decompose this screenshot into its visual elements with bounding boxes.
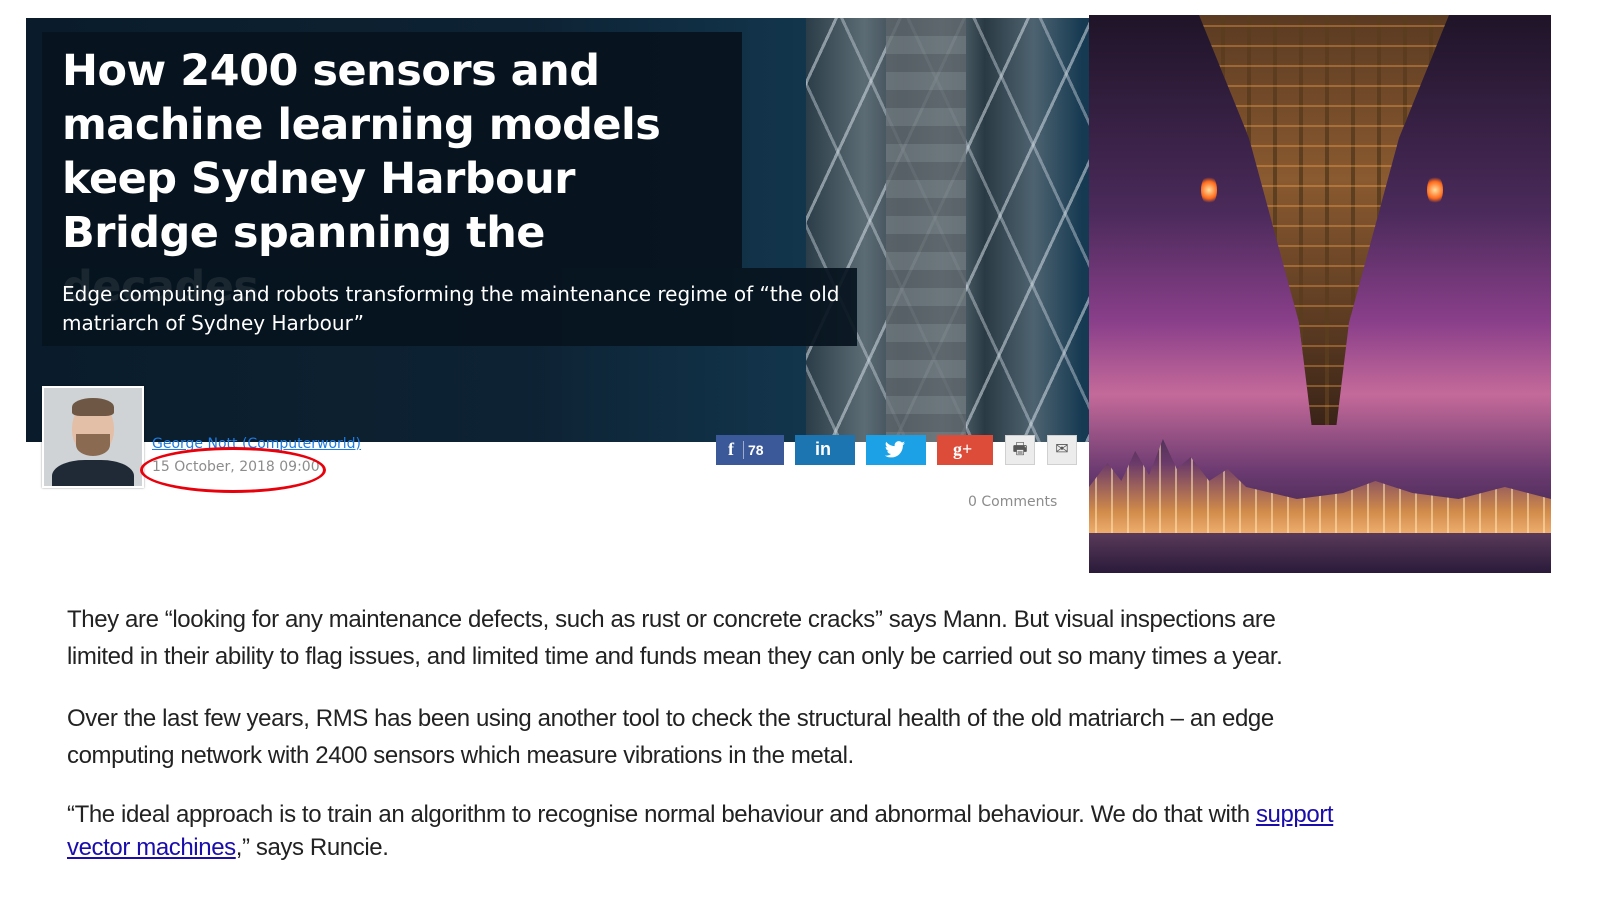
body-paragraph-1: They are “looking for any maintenance de…	[67, 606, 1283, 670]
harbour-water	[1089, 533, 1551, 573]
facebook-divider	[743, 441, 744, 459]
email-button[interactable]: ✉	[1047, 435, 1077, 465]
print-icon: 🖶	[1012, 441, 1028, 458]
comments-link[interactable]: 0 Comments	[968, 494, 1057, 510]
bridge-road-image	[886, 18, 966, 442]
linkedin-icon: in	[815, 439, 831, 459]
googleplus-share-button[interactable]: g+	[937, 435, 993, 465]
bridge-light-left	[1201, 175, 1217, 205]
body-paragraph-2: Over the last few years, RMS has been us…	[67, 705, 1274, 769]
facebook-icon: f	[728, 439, 734, 459]
bridge-arch	[1199, 15, 1449, 425]
bridge-aerial-image	[806, 18, 1131, 442]
avatar-beard	[76, 434, 110, 456]
hero-banner: How 2400 sensors and machine learning mo…	[26, 18, 1131, 442]
date-highlight-circle	[140, 447, 326, 493]
avatar-shirt	[52, 460, 134, 486]
author-avatar[interactable]	[42, 386, 144, 488]
googleplus-icon: g+	[953, 439, 973, 459]
body-paragraph-3: “The ideal approach is to train an algor…	[67, 798, 1347, 864]
email-icon: ✉	[1055, 441, 1069, 458]
print-button[interactable]: 🖶	[1005, 435, 1035, 465]
harbour-bridge-night-photo	[1089, 15, 1551, 573]
paragraph-3-text-end: ,” says Runcie.	[235, 834, 389, 861]
bridge-light-right	[1427, 175, 1443, 205]
twitter-share-button[interactable]	[866, 435, 926, 465]
article-subtitle: Edge computing and robots transforming t…	[62, 282, 840, 335]
linkedin-share-button[interactable]: in	[795, 435, 855, 465]
paragraph-3-text-start: “The ideal approach is to train an algor…	[67, 801, 1256, 828]
facebook-share-button[interactable]: f 78	[716, 435, 784, 465]
avatar-hair	[72, 398, 114, 416]
city-skyline	[1089, 439, 1551, 535]
facebook-share-count: 78	[748, 442, 764, 458]
